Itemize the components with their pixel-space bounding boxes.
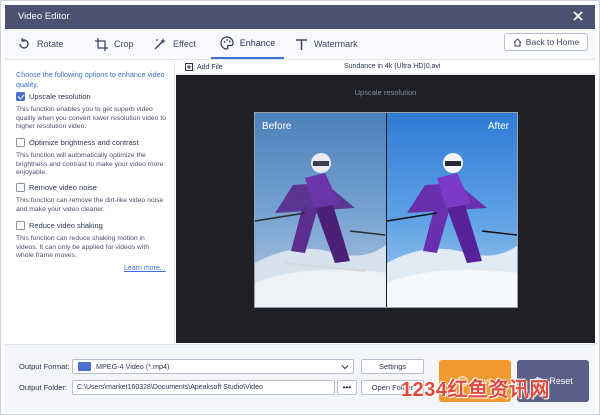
title-bar: Video Editor	[5, 5, 595, 29]
shaking-description: This function can reduce shaking motion …	[16, 235, 149, 260]
upscale-checkbox[interactable]	[16, 92, 25, 101]
learn-more-link[interactable]: Learn more...	[124, 265, 166, 272]
browse-folder-button[interactable]: •••	[337, 380, 357, 395]
mp4-format-icon	[78, 362, 91, 371]
output-folder-field[interactable]: C:\Users\market160328\Documents\Apeaksof…	[72, 380, 335, 395]
editor-toolbar: Rotate Crop Effect Enhance Watermark Bac…	[5, 29, 595, 60]
noise-checkbox[interactable]	[16, 183, 25, 192]
tab-crop[interactable]: Crop	[95, 29, 147, 59]
overlay-watermark: 1234红鱼资讯网	[401, 379, 550, 401]
home-icon	[513, 37, 522, 46]
reset-label: Reset	[549, 376, 573, 386]
tab-watermark-label: Watermark	[314, 39, 358, 49]
output-format-label: Output Format:	[19, 362, 70, 371]
before-preview	[255, 113, 386, 307]
video-editor-window: Video Editor Rotate Crop Effect Enhance …	[0, 0, 600, 415]
upscale-description: This function enables you to get superb …	[16, 106, 166, 131]
palette-icon	[220, 36, 234, 50]
enhance-intro: Choose the following options to enhance …	[16, 70, 165, 89]
tab-rotate[interactable]: Rotate	[17, 29, 87, 59]
add-file-label: Add File	[197, 63, 223, 71]
file-name: Sundance in 4k (Ultra HD)0.avi	[344, 63, 441, 70]
output-format-select[interactable]: MPEG-4 Video (*.mp4)	[72, 359, 354, 374]
output-folder-label: Output Folder:	[19, 383, 67, 392]
noise-description: This function can remove the dirt-like v…	[16, 197, 164, 213]
remove-noise-option[interactable]: Remove video noise	[16, 183, 97, 192]
back-to-home-button[interactable]: Back to Home	[504, 33, 588, 51]
brightness-checkbox[interactable]	[16, 138, 25, 147]
window-title: Video Editor	[18, 11, 70, 22]
preview-mode-label: Upscale resolution	[354, 88, 417, 97]
tab-rotate-label: Rotate	[37, 39, 64, 49]
settings-button[interactable]: Settings	[361, 359, 424, 374]
back-to-home-label: Back to Home	[525, 37, 580, 47]
brightness-label: Optimize brightness and contrast	[29, 138, 139, 147]
tab-effect-label: Effect	[173, 39, 196, 49]
tab-crop-label: Crop	[114, 39, 134, 49]
noise-label: Remove video noise	[29, 183, 97, 192]
close-icon[interactable]	[569, 7, 587, 25]
brightness-contrast-option[interactable]: Optimize brightness and contrast	[16, 138, 139, 147]
tab-enhance-label: Enhance	[239, 38, 276, 48]
tab-effect[interactable]: Effect	[153, 29, 209, 59]
file-bar: Add File Sundance in 4k (Ultra HD)0.avi	[176, 61, 595, 75]
text-icon	[296, 38, 307, 50]
shaking-checkbox[interactable]	[16, 221, 25, 230]
chevron-down-icon	[341, 365, 349, 370]
add-file-button[interactable]: Add File	[185, 63, 223, 71]
crop-icon	[95, 37, 108, 51]
enhance-options-panel: Choose the following options to enhance …	[5, 61, 175, 343]
before-label: Before	[262, 121, 292, 132]
shaking-label: Reduce video shaking	[29, 221, 103, 230]
reduce-shaking-option[interactable]: Reduce video shaking	[16, 221, 103, 230]
add-file-icon	[185, 63, 193, 71]
tab-watermark[interactable]: Watermark	[295, 29, 370, 59]
rotate-icon	[19, 38, 29, 49]
effect-icon	[154, 38, 166, 50]
before-after-comparison: Before After	[254, 112, 518, 308]
after-preview	[387, 113, 517, 307]
brightness-description: This function will automatically optimiz…	[16, 152, 164, 177]
tab-enhance[interactable]: Enhance	[211, 29, 284, 59]
comparison-divider[interactable]	[386, 113, 387, 307]
upscale-label: Upscale resolution	[29, 92, 91, 101]
after-label: After	[487, 121, 509, 132]
preview-panel: Add File Sundance in 4k (Ultra HD)0.avi …	[176, 61, 595, 343]
upscale-resolution-option[interactable]: Upscale resolution	[16, 92, 91, 101]
output-format-value: MPEG-4 Video (*.mp4)	[96, 362, 170, 371]
